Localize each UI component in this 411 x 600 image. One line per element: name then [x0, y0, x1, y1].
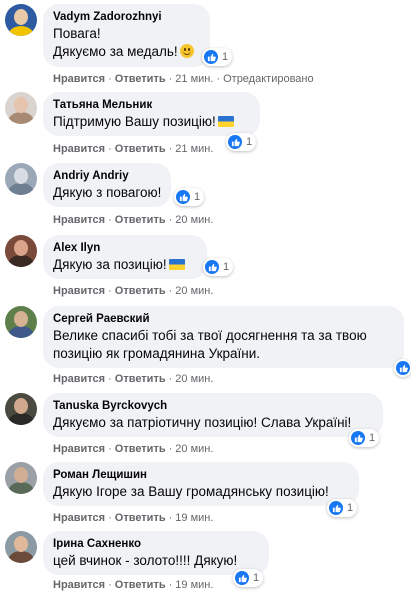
like-link[interactable]: Нравится	[53, 143, 105, 155]
comment-bubble: Alex Ilyn Дякую за позицію!	[43, 235, 207, 279]
avatar[interactable]	[5, 163, 37, 195]
reaction-badge[interactable]: 1	[174, 188, 205, 206]
timestamp[interactable]: 21 мин.	[175, 143, 213, 155]
reaction-count: 1	[223, 261, 230, 273]
comment-bubble: Vadym Zadorozhnyi Повага! Дякуємо за мед…	[43, 4, 210, 67]
comment-actions: Нравится · Ответить · 21 мин. · Отредактирован…	[53, 73, 314, 85]
reaction-count: 1	[347, 502, 354, 514]
comment-bubble: Ірина Сахненко цей вчинок - золото!!!! Д…	[43, 531, 269, 575]
reaction-count: 1	[253, 572, 260, 584]
like-link[interactable]: Нравится	[53, 512, 105, 524]
author-name[interactable]: Alex Ilyn	[53, 241, 197, 256]
reply-link[interactable]: Ответить	[115, 373, 166, 385]
like-icon	[176, 190, 190, 204]
like-icon	[204, 50, 218, 64]
comment-text: цей вчинок - золото!!!! Дякую!	[53, 553, 238, 568]
reaction-badge[interactable]: 1	[203, 258, 234, 276]
ukraine-flag-icon	[168, 259, 185, 270]
avatar[interactable]	[5, 4, 37, 36]
reply-link[interactable]: Ответить	[115, 143, 166, 155]
avatar[interactable]	[5, 531, 37, 563]
comment-bubble: Сергей Раевский Велике спасибі тобі за т…	[43, 306, 404, 368]
author-name[interactable]: Сергей Раевский	[53, 312, 394, 327]
like-icon	[396, 361, 410, 375]
avatar[interactable]	[5, 92, 37, 124]
comment-text: Підтримую Вашу позицію!	[53, 113, 250, 131]
author-name[interactable]: Andriy Andriy	[53, 169, 161, 184]
comment-text: Дякуємо за патріотичну позицію! Слава Ук…	[53, 415, 352, 430]
reply-link[interactable]: Ответить	[115, 285, 166, 297]
author-name[interactable]: Ірина Сахненко	[53, 537, 259, 552]
like-link[interactable]: Нравится	[53, 214, 105, 226]
comment-bubble: Tanuska Byrckovych Дякуємо за патріотичн…	[43, 393, 383, 437]
ukraine-flag-icon	[217, 116, 234, 127]
timestamp[interactable]: 19 мин.	[175, 512, 213, 524]
comment-actions: Нравится · Ответить · 21 мин.	[53, 143, 214, 155]
like-link[interactable]: Нравится	[53, 285, 105, 297]
comment-bubble: Роман Лещишин Дякую Ігоре за Вашу громад…	[43, 462, 359, 506]
reaction-badge[interactable]: 1	[226, 133, 257, 151]
like-link[interactable]: Нравится	[53, 579, 105, 591]
avatar[interactable]	[5, 235, 37, 267]
reaction-count: 1	[222, 51, 229, 63]
reaction-count: 1	[246, 136, 253, 148]
reply-link[interactable]: Ответить	[115, 443, 166, 455]
reply-link[interactable]: Ответить	[115, 73, 166, 85]
comment-actions: Нравится · Ответить · 20 мин.	[53, 373, 214, 385]
reaction-badge[interactable]: 1	[202, 48, 233, 66]
author-name[interactable]: Tanuska Byrckovych	[53, 399, 373, 414]
timestamp[interactable]: 20 мин.	[175, 443, 213, 455]
avatar[interactable]	[5, 462, 37, 494]
author-name[interactable]: Роман Лещишин	[53, 468, 349, 483]
comment-text: Дякую за позицію!	[53, 256, 197, 274]
avatar[interactable]	[5, 306, 37, 338]
comment-text: Дякую Ігоре за Вашу громадянську позицію…	[53, 484, 329, 499]
smile-emoji-icon	[179, 44, 194, 58]
like-icon	[351, 431, 365, 445]
like-link[interactable]: Нравится	[53, 443, 105, 455]
like-icon	[205, 260, 219, 274]
comment-actions: Нравится · Ответить · 20 мин.	[53, 285, 214, 297]
comment-actions: Нравится · Ответить · 20 мин.	[53, 443, 214, 455]
comment-bubble: Andriy Andriy Дякую з повагою!	[43, 163, 171, 207]
reply-link[interactable]: Ответить	[115, 512, 166, 524]
edited-label: Отредактировано	[223, 73, 314, 85]
like-icon	[235, 571, 249, 585]
timestamp[interactable]: 19 мин.	[175, 579, 213, 591]
comment-text: Велике спасибі тобі за твої досягнення т…	[53, 328, 367, 361]
like-icon	[329, 501, 343, 515]
timestamp[interactable]: 20 мин.	[175, 214, 213, 226]
comment-bubble: Татьяна Мельник Підтримую Вашу позицію!	[43, 92, 260, 136]
comment-actions: Нравится · Ответить · 20 мин.	[53, 214, 214, 226]
author-name[interactable]: Татьяна Мельник	[53, 98, 250, 113]
reaction-count: 1	[369, 432, 376, 444]
like-icon	[228, 135, 242, 149]
avatar[interactable]	[5, 393, 37, 425]
comment-actions: Нравится · Ответить · 19 мин.	[53, 579, 214, 591]
timestamp[interactable]: 20 мин.	[175, 373, 213, 385]
timestamp[interactable]: 21 мин.	[175, 73, 213, 85]
timestamp[interactable]: 20 мин.	[175, 285, 213, 297]
reply-link[interactable]: Ответить	[115, 579, 166, 591]
comment-actions: Нравится · Ответить · 19 мин.	[53, 512, 214, 524]
comment-line: Повага!	[53, 26, 101, 41]
like-link[interactable]: Нравится	[53, 373, 105, 385]
reaction-count: 1	[194, 191, 201, 203]
comment-text: Дякую з повагою!	[53, 185, 162, 200]
author-name[interactable]: Vadym Zadorozhnyi	[53, 10, 200, 25]
reaction-badge[interactable]: 1	[327, 499, 358, 517]
reply-link[interactable]: Ответить	[115, 214, 166, 226]
like-button-icon[interactable]	[394, 359, 411, 377]
comment-line: Дякуємо за медаль!	[53, 43, 200, 61]
reaction-badge[interactable]: 1	[233, 569, 264, 587]
like-link[interactable]: Нравится	[53, 73, 105, 85]
reaction-badge[interactable]: 1	[349, 429, 380, 447]
